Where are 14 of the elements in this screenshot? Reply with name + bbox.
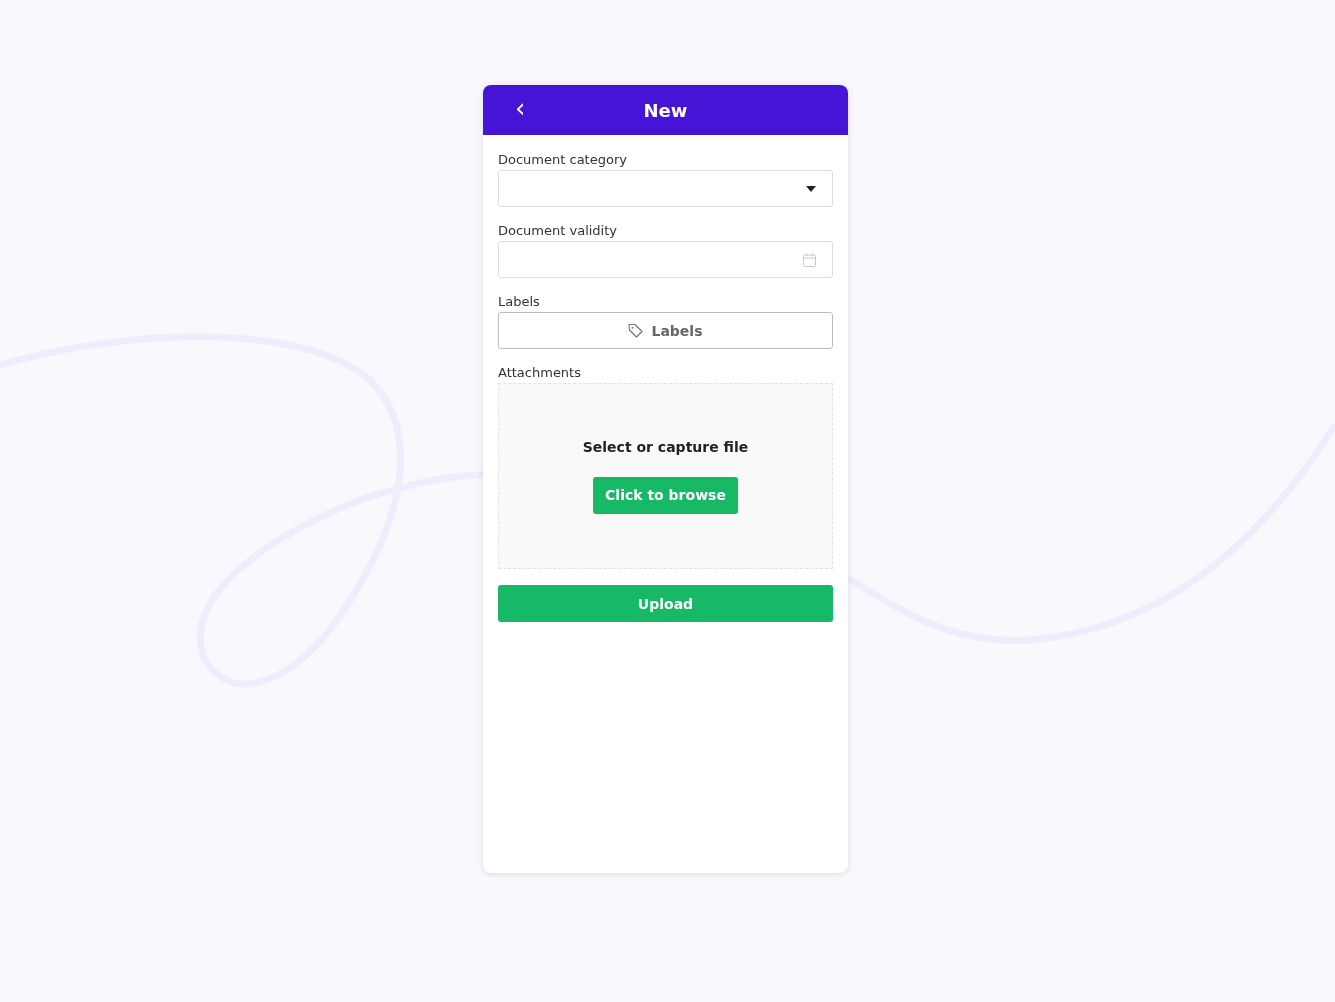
field-label: Labels: [498, 294, 541, 309]
field-label: Document category: [498, 152, 628, 167]
calendar-icon: [803, 252, 816, 267]
drop-prompt: Select or capture file: [582, 438, 749, 455]
field-label: Document validity: [498, 223, 619, 238]
caret-icon: [806, 185, 816, 192]
date-field[interactable]: [498, 241, 833, 278]
field-label: Attachments: [498, 365, 582, 380]
file-drop-zone[interactable]: Select or capture file Click to browse: [498, 383, 833, 569]
tag-icon: [628, 323, 644, 338]
labels-button[interactable]: Labels: [498, 312, 833, 349]
back-button[interactable]: ‹: [511, 95, 530, 121]
dropdown-field[interactable]: [498, 170, 833, 207]
header-title: New: [643, 99, 688, 121]
